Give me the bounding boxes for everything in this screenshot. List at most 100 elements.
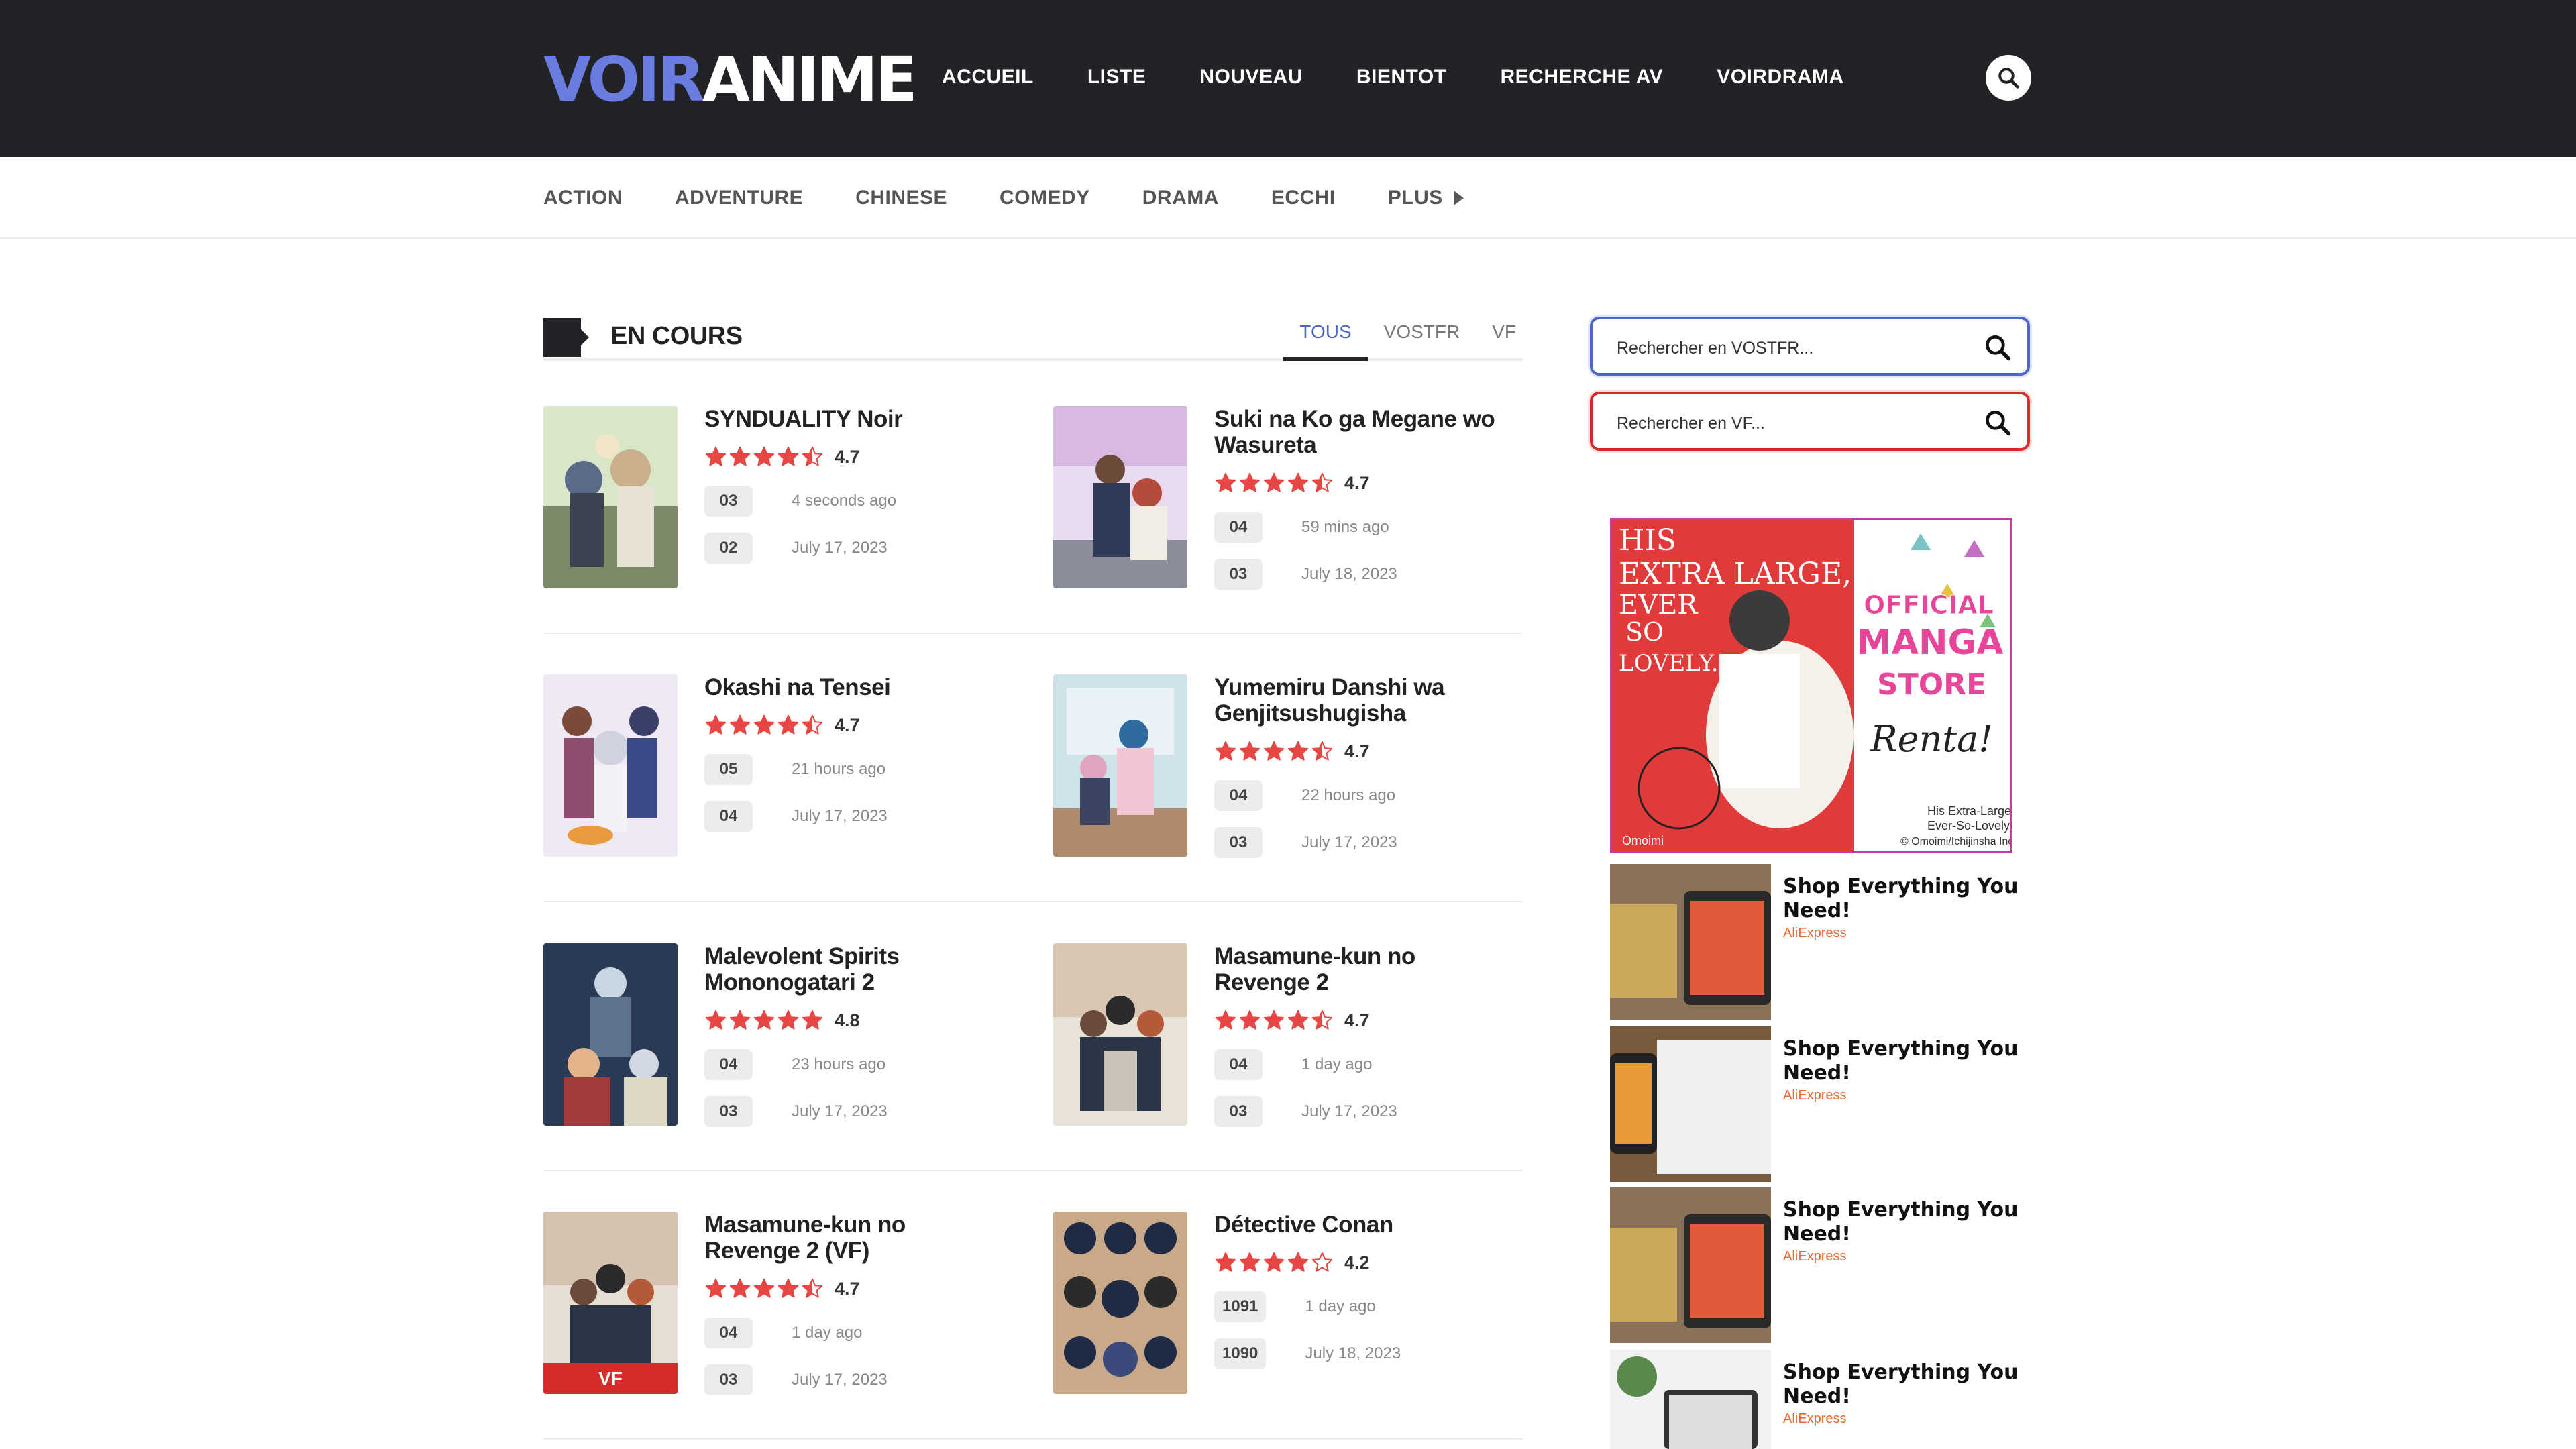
episode-row[interactable]: 04 23 hours ago — [704, 1049, 993, 1080]
episode-row[interactable]: 04 22 hours ago — [1214, 780, 1503, 811]
ad-text-ever: EVER — [1619, 590, 1699, 621]
episode-row[interactable]: 03 July 17, 2023 — [1214, 827, 1503, 858]
episode-row[interactable]: 1091 1 day ago — [1214, 1291, 1503, 1322]
episode-number[interactable]: 03 — [1214, 827, 1263, 858]
site-logo[interactable]: VOIRANIME — [543, 43, 918, 117]
episode-row[interactable]: 1090 July 18, 2023 — [1214, 1338, 1503, 1369]
anime-card[interactable]: VF Masamune-kun no Revenge 2 (VF) 4.7 04… — [543, 1212, 1013, 1395]
genre-action[interactable]: ACTION — [543, 181, 623, 215]
star-icon — [729, 714, 751, 735]
anime-title[interactable]: Okashi na Tensei — [704, 674, 993, 700]
episode-row[interactable]: 03 4 seconds ago — [704, 486, 993, 517]
episode-number[interactable]: 03 — [1214, 1096, 1263, 1127]
ad-thumbnail[interactable] — [1610, 1350, 1771, 1449]
vf-badge: VF — [543, 1363, 678, 1394]
episode-number[interactable]: 02 — [704, 533, 753, 564]
genre-more-button[interactable]: PLUS — [1388, 181, 1464, 215]
genre-drama[interactable]: DRAMA — [1142, 181, 1219, 215]
episode-row[interactable]: 03 July 17, 2023 — [1214, 1096, 1503, 1127]
manga-store-ad[interactable]: HIS EXTRA LARGE, EVER SO LOVELY... OFFIC… — [1610, 518, 2012, 853]
episode-number[interactable]: 03 — [704, 1096, 753, 1127]
genre-chinese[interactable]: CHINESE — [855, 181, 947, 215]
anime-card[interactable]: Yumemiru Danshi wa Genjitsushugisha 4.7 … — [1053, 674, 1523, 858]
episode-number[interactable]: 04 — [1214, 780, 1263, 811]
search-vf-input[interactable] — [1615, 409, 1967, 437]
anime-card[interactable]: Malevolent Spirits Mononogatari 2 4.8 04… — [543, 943, 1013, 1127]
genre-adventure[interactable]: ADVENTURE — [675, 181, 803, 215]
episode-time: 59 mins ago — [1301, 518, 1389, 536]
rating-stars — [704, 445, 824, 468]
episode-number[interactable]: 03 — [704, 486, 753, 517]
anime-poster[interactable] — [1053, 674, 1187, 857]
shop-ad[interactable]: Shop Everything You Need! AliExpress — [1610, 1187, 2039, 1343]
episode-number[interactable]: 04 — [704, 1049, 753, 1080]
episode-row[interactable]: 03 July 17, 2023 — [704, 1364, 993, 1395]
anime-title[interactable]: Masamune-kun no Revenge 2 — [1214, 943, 1503, 996]
episode-row[interactable]: 04 1 day ago — [704, 1318, 993, 1348]
episode-number[interactable]: 05 — [704, 754, 753, 785]
anime-title[interactable]: SYNDUALITY Noir — [704, 406, 993, 432]
episode-row[interactable]: 05 21 hours ago — [704, 754, 993, 785]
ad-title[interactable]: Shop Everything You Need! — [1783, 1198, 2025, 1246]
anime-poster[interactable] — [543, 943, 678, 1126]
genre-comedy[interactable]: COMEDY — [1000, 181, 1090, 215]
episode-row[interactable]: 02 July 17, 2023 — [704, 533, 993, 564]
search-icon[interactable] — [1983, 333, 2012, 362]
ad-thumbnail[interactable] — [1610, 1187, 1771, 1343]
episode-row[interactable]: 03 July 18, 2023 — [1214, 559, 1503, 590]
ad-thumbnail[interactable] — [1610, 864, 1771, 1020]
anime-card[interactable]: Détective Conan 4.2 1091 1 day ago 1090 … — [1053, 1212, 1523, 1394]
anime-title[interactable]: Masamune-kun no Revenge 2 (VF) — [704, 1212, 993, 1264]
anime-poster[interactable] — [543, 674, 678, 857]
ad-title[interactable]: Shop Everything You Need! — [1783, 875, 2025, 923]
anime-card[interactable]: SYNDUALITY Noir 4.7 03 4 seconds ago 02 … — [543, 406, 1013, 588]
nav-bientot[interactable]: BIENTOT — [1356, 60, 1447, 94]
nav-nouveau[interactable]: NOUVEAU — [1199, 60, 1303, 94]
anime-poster[interactable] — [1053, 406, 1187, 588]
anime-poster[interactable] — [543, 406, 678, 588]
search-vostfr-input[interactable] — [1615, 334, 1967, 362]
episode-number[interactable]: 1090 — [1214, 1338, 1267, 1369]
episode-number[interactable]: 04 — [1214, 512, 1263, 543]
anime-title[interactable]: Malevolent Spirits Mononogatari 2 — [704, 943, 993, 996]
episode-time: 21 hours ago — [792, 760, 886, 778]
header-search-button[interactable] — [1986, 55, 2031, 101]
nav-recherche-av[interactable]: RECHERCHE AV — [1501, 60, 1664, 94]
episode-row[interactable]: 04 59 mins ago — [1214, 512, 1503, 543]
episode-row[interactable]: 04 1 day ago — [1214, 1049, 1503, 1080]
tab-vostfr[interactable]: VOSTFR — [1368, 315, 1477, 357]
episode-number[interactable]: 04 — [704, 1318, 753, 1348]
shop-ad[interactable]: Shop Everything You Need! AliExpress — [1610, 1026, 2039, 1182]
episode-row[interactable]: 03 July 17, 2023 — [704, 1096, 993, 1127]
anime-title[interactable]: Détective Conan — [1214, 1212, 1503, 1238]
tab-vf[interactable]: VF — [1476, 315, 1523, 357]
star-icon — [1263, 741, 1285, 761]
genre-ecchi[interactable]: ECCHI — [1271, 181, 1336, 215]
anime-title[interactable]: Suki na Ko ga Megane wo Wasureta — [1214, 406, 1503, 458]
ad-title[interactable]: Shop Everything You Need! — [1783, 1360, 2025, 1409]
nav-liste[interactable]: LISTE — [1087, 60, 1146, 94]
anime-poster[interactable] — [1053, 1212, 1187, 1394]
nav-voirdrama[interactable]: VOIRDRAMA — [1717, 60, 1844, 94]
anime-poster[interactable]: VF — [543, 1212, 678, 1394]
anime-card[interactable]: Suki na Ko ga Megane wo Wasureta 4.7 04 … — [1053, 406, 1523, 590]
nav-accueil[interactable]: ACCUEIL — [942, 60, 1034, 94]
anime-card[interactable]: Masamune-kun no Revenge 2 4.7 04 1 day a… — [1053, 943, 1523, 1127]
episode-row[interactable]: 04 July 17, 2023 — [704, 801, 993, 832]
genre-more-label: PLUS — [1387, 186, 1443, 209]
shop-ad[interactable]: Shop Everything You Need! AliExpress — [1610, 1350, 2039, 1449]
episode-number[interactable]: 04 — [1214, 1049, 1263, 1080]
anime-poster[interactable] — [1053, 943, 1187, 1126]
ad-title[interactable]: Shop Everything You Need! — [1783, 1037, 2025, 1085]
anime-title[interactable]: Yumemiru Danshi wa Genjitsushugisha — [1214, 674, 1503, 727]
tab-tous[interactable]: TOUS — [1283, 315, 1368, 361]
episode-number[interactable]: 03 — [704, 1364, 753, 1395]
search-icon[interactable] — [1983, 408, 2012, 437]
episode-time: 1 day ago — [1301, 1055, 1373, 1073]
ad-thumbnail[interactable] — [1610, 1026, 1771, 1182]
episode-number[interactable]: 04 — [704, 801, 753, 832]
episode-number[interactable]: 03 — [1214, 559, 1263, 590]
shop-ad[interactable]: Shop Everything You Need! AliExpress — [1610, 864, 2039, 1020]
episode-number[interactable]: 1091 — [1214, 1291, 1267, 1322]
anime-card[interactable]: Okashi na Tensei 4.7 05 21 hours ago 04 … — [543, 674, 1013, 857]
